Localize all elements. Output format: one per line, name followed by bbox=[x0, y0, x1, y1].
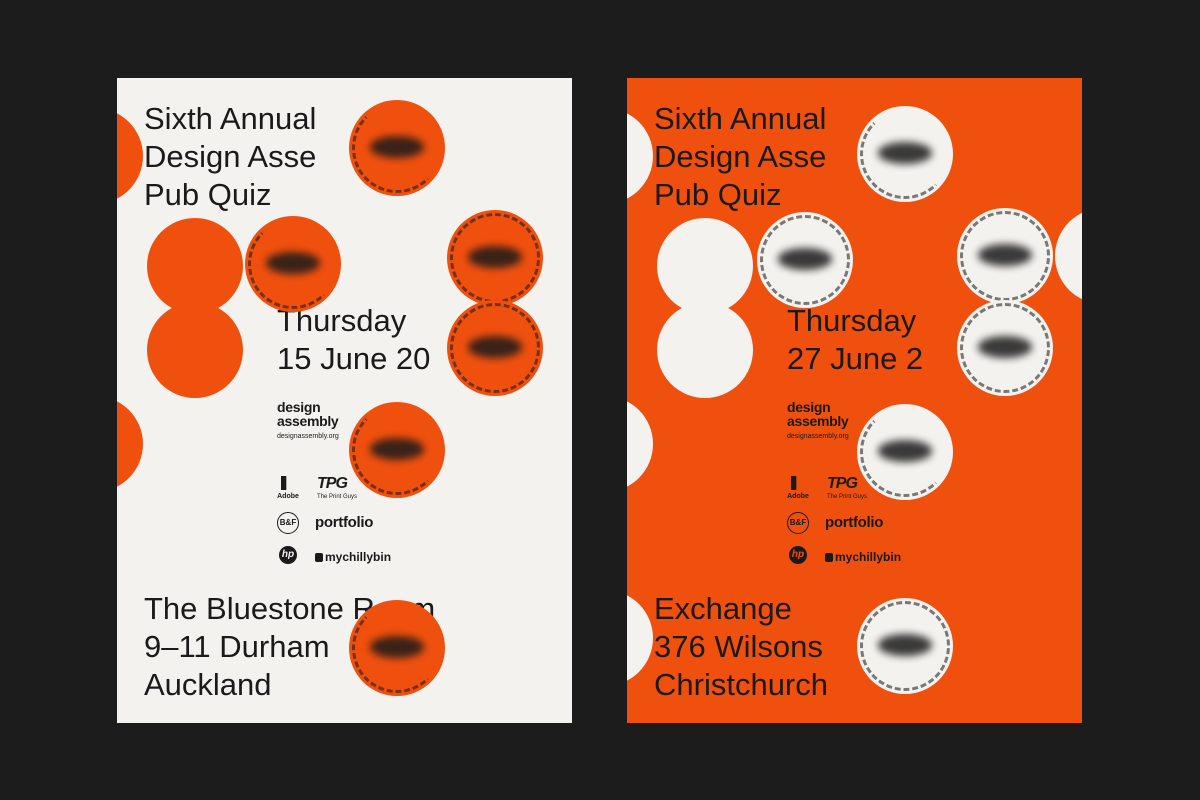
design-assembly-logo: design assembly designassembly.org bbox=[787, 400, 849, 440]
design-assembly-logo: design assembly designassembly.org bbox=[277, 400, 339, 440]
bf-logo: B&F bbox=[787, 512, 809, 534]
portfolio-logo: portfolio bbox=[825, 514, 884, 531]
plain-circle bbox=[117, 396, 143, 492]
coin-circle bbox=[447, 300, 543, 396]
tpg-wordmark: TPG bbox=[317, 475, 348, 492]
hp-logo: hp bbox=[279, 546, 297, 564]
mychillybin-logo: mychillybin bbox=[315, 550, 391, 564]
adobe-label: Adobe bbox=[787, 493, 809, 500]
title-line: Pub Quiz bbox=[654, 177, 782, 212]
date-day: 27 June 2 bbox=[787, 341, 924, 376]
venue-line: 376 Wilsons bbox=[654, 629, 823, 664]
brand-url: designassembly.org bbox=[277, 433, 339, 440]
plain-circle bbox=[627, 108, 653, 204]
title-line: Sixth Annual bbox=[654, 101, 827, 136]
tpg-logo: TPG The Print Guys bbox=[317, 475, 358, 501]
plain-circle bbox=[147, 218, 243, 314]
brand-word: assembly bbox=[277, 413, 339, 429]
poster-christchurch: Sixth Annual Design Asse Pub Quiz Thursd… bbox=[627, 78, 1082, 723]
adobe-icon bbox=[281, 476, 287, 490]
brand-word: design bbox=[277, 399, 321, 415]
bf-logo: B&F bbox=[277, 512, 299, 534]
coin-circle bbox=[349, 600, 445, 696]
portfolio-logo: portfolio bbox=[315, 514, 374, 531]
venue-line: Christchurch bbox=[654, 667, 828, 702]
coin-circle bbox=[857, 598, 953, 694]
plain-circle bbox=[147, 302, 243, 398]
poster-auckland: Sixth Annual Design Asse Pub Quiz Thursd… bbox=[117, 78, 572, 723]
bin-icon bbox=[825, 553, 833, 562]
plain-circle bbox=[1055, 208, 1082, 304]
coin-circle bbox=[857, 106, 953, 202]
brand-word: design bbox=[787, 399, 831, 415]
title-line: Pub Quiz bbox=[144, 177, 272, 212]
coin-circle bbox=[857, 404, 953, 500]
plain-circle bbox=[627, 396, 653, 492]
coin-circle bbox=[757, 212, 853, 308]
venue: Exchange 376 Wilsons Christchurch bbox=[654, 590, 828, 704]
coin-circle bbox=[245, 216, 341, 312]
plain-circle bbox=[657, 302, 753, 398]
coin-circle bbox=[349, 100, 445, 196]
tpg-sub: The Print Guys bbox=[827, 494, 868, 500]
coin-circle bbox=[349, 402, 445, 498]
bin-icon bbox=[315, 553, 323, 562]
hp-logo: hp bbox=[789, 546, 807, 564]
mychillybin-label: mychillybin bbox=[835, 550, 902, 564]
adobe-logo: Adobe bbox=[787, 476, 809, 500]
poster-title: Sixth Annual Design Asse Pub Quiz bbox=[144, 100, 316, 214]
event-date: Thursday 27 June 2 bbox=[787, 302, 923, 378]
coin-circle bbox=[957, 208, 1053, 304]
title-line: Sixth Annual bbox=[144, 101, 317, 136]
plain-circle bbox=[117, 108, 143, 204]
tpg-sub: The Print Guys bbox=[317, 494, 358, 500]
poster-title: Sixth Annual Design Asse Pub Quiz bbox=[654, 100, 826, 214]
date-day: 15 June 20 bbox=[277, 341, 431, 376]
coin-circle bbox=[957, 300, 1053, 396]
plain-circle bbox=[627, 590, 653, 686]
brand-word: assembly bbox=[787, 413, 849, 429]
venue-line: Exchange bbox=[654, 591, 792, 626]
tpg-wordmark: TPG bbox=[827, 475, 858, 492]
tpg-logo: TPG The Print Guys bbox=[827, 475, 868, 501]
coin-circle bbox=[447, 210, 543, 306]
title-line: Design Asse bbox=[654, 139, 827, 174]
event-date: Thursday 15 June 20 bbox=[277, 302, 430, 378]
adobe-label: Adobe bbox=[277, 493, 299, 500]
title-line: Design Asse bbox=[144, 139, 317, 174]
plain-circle bbox=[657, 218, 753, 314]
mychillybin-label: mychillybin bbox=[325, 550, 392, 564]
adobe-logo: Adobe bbox=[277, 476, 299, 500]
stage: Sixth Annual Design Asse Pub Quiz Thursd… bbox=[0, 0, 1200, 800]
mychillybin-logo: mychillybin bbox=[825, 550, 901, 564]
brand-url: designassembly.org bbox=[787, 433, 849, 440]
adobe-icon bbox=[791, 476, 797, 490]
